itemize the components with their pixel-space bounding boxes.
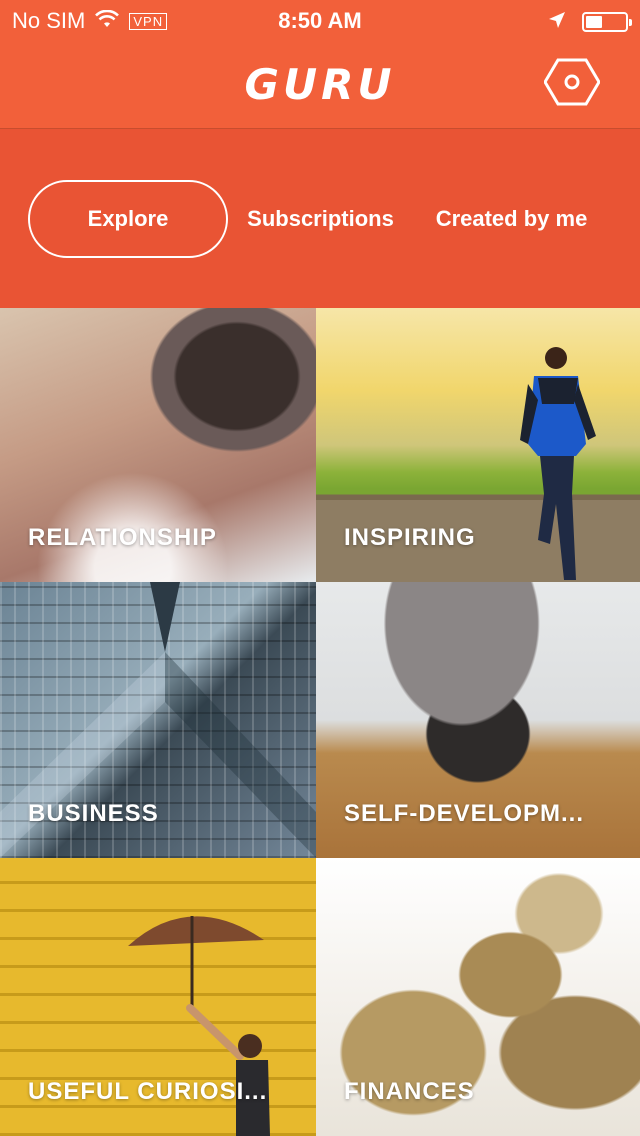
category-grid: RELATIONSHIP INSPIRING BUSINESS SELF-DEV…: [0, 308, 640, 1136]
nav-bar: GURU: [0, 40, 640, 128]
runner-image: [520, 347, 596, 580]
tab-created-by-me[interactable]: Created by me: [420, 180, 603, 258]
category-label: FINANCES: [344, 1078, 475, 1105]
category-label: SELF-DEVELOPM...: [344, 800, 585, 827]
tab-explore[interactable]: Explore: [28, 180, 228, 258]
category-label: BUSINESS: [28, 800, 159, 827]
hexagon-settings-icon: [543, 58, 601, 106]
category-tile-inspiring[interactable]: INSPIRING: [316, 308, 640, 582]
category-tile-business[interactable]: BUSINESS: [0, 582, 316, 858]
status-time: 8:50 AM: [278, 8, 362, 33]
location-arrow-icon: [548, 9, 566, 35]
category-tile-finances[interactable]: FINANCES: [316, 858, 640, 1136]
category-label: USEFUL CURIOSI...: [28, 1078, 268, 1105]
battery-icon: [582, 12, 632, 32]
tab-subscriptions[interactable]: Subscriptions: [238, 180, 403, 258]
category-tile-self-development[interactable]: SELF-DEVELOPM...: [316, 582, 640, 858]
status-bar: No SIM VPN 8:50 AM: [0, 0, 640, 40]
category-tile-relationship[interactable]: RELATIONSHIP: [0, 308, 316, 582]
category-label: RELATIONSHIP: [28, 524, 217, 551]
category-tile-useful-curiosities[interactable]: USEFUL CURIOSI...: [0, 858, 316, 1136]
settings-button[interactable]: [543, 58, 601, 106]
category-label: INSPIRING: [344, 524, 476, 551]
app-header: No SIM VPN 8:50 AM GURU: [0, 0, 640, 308]
